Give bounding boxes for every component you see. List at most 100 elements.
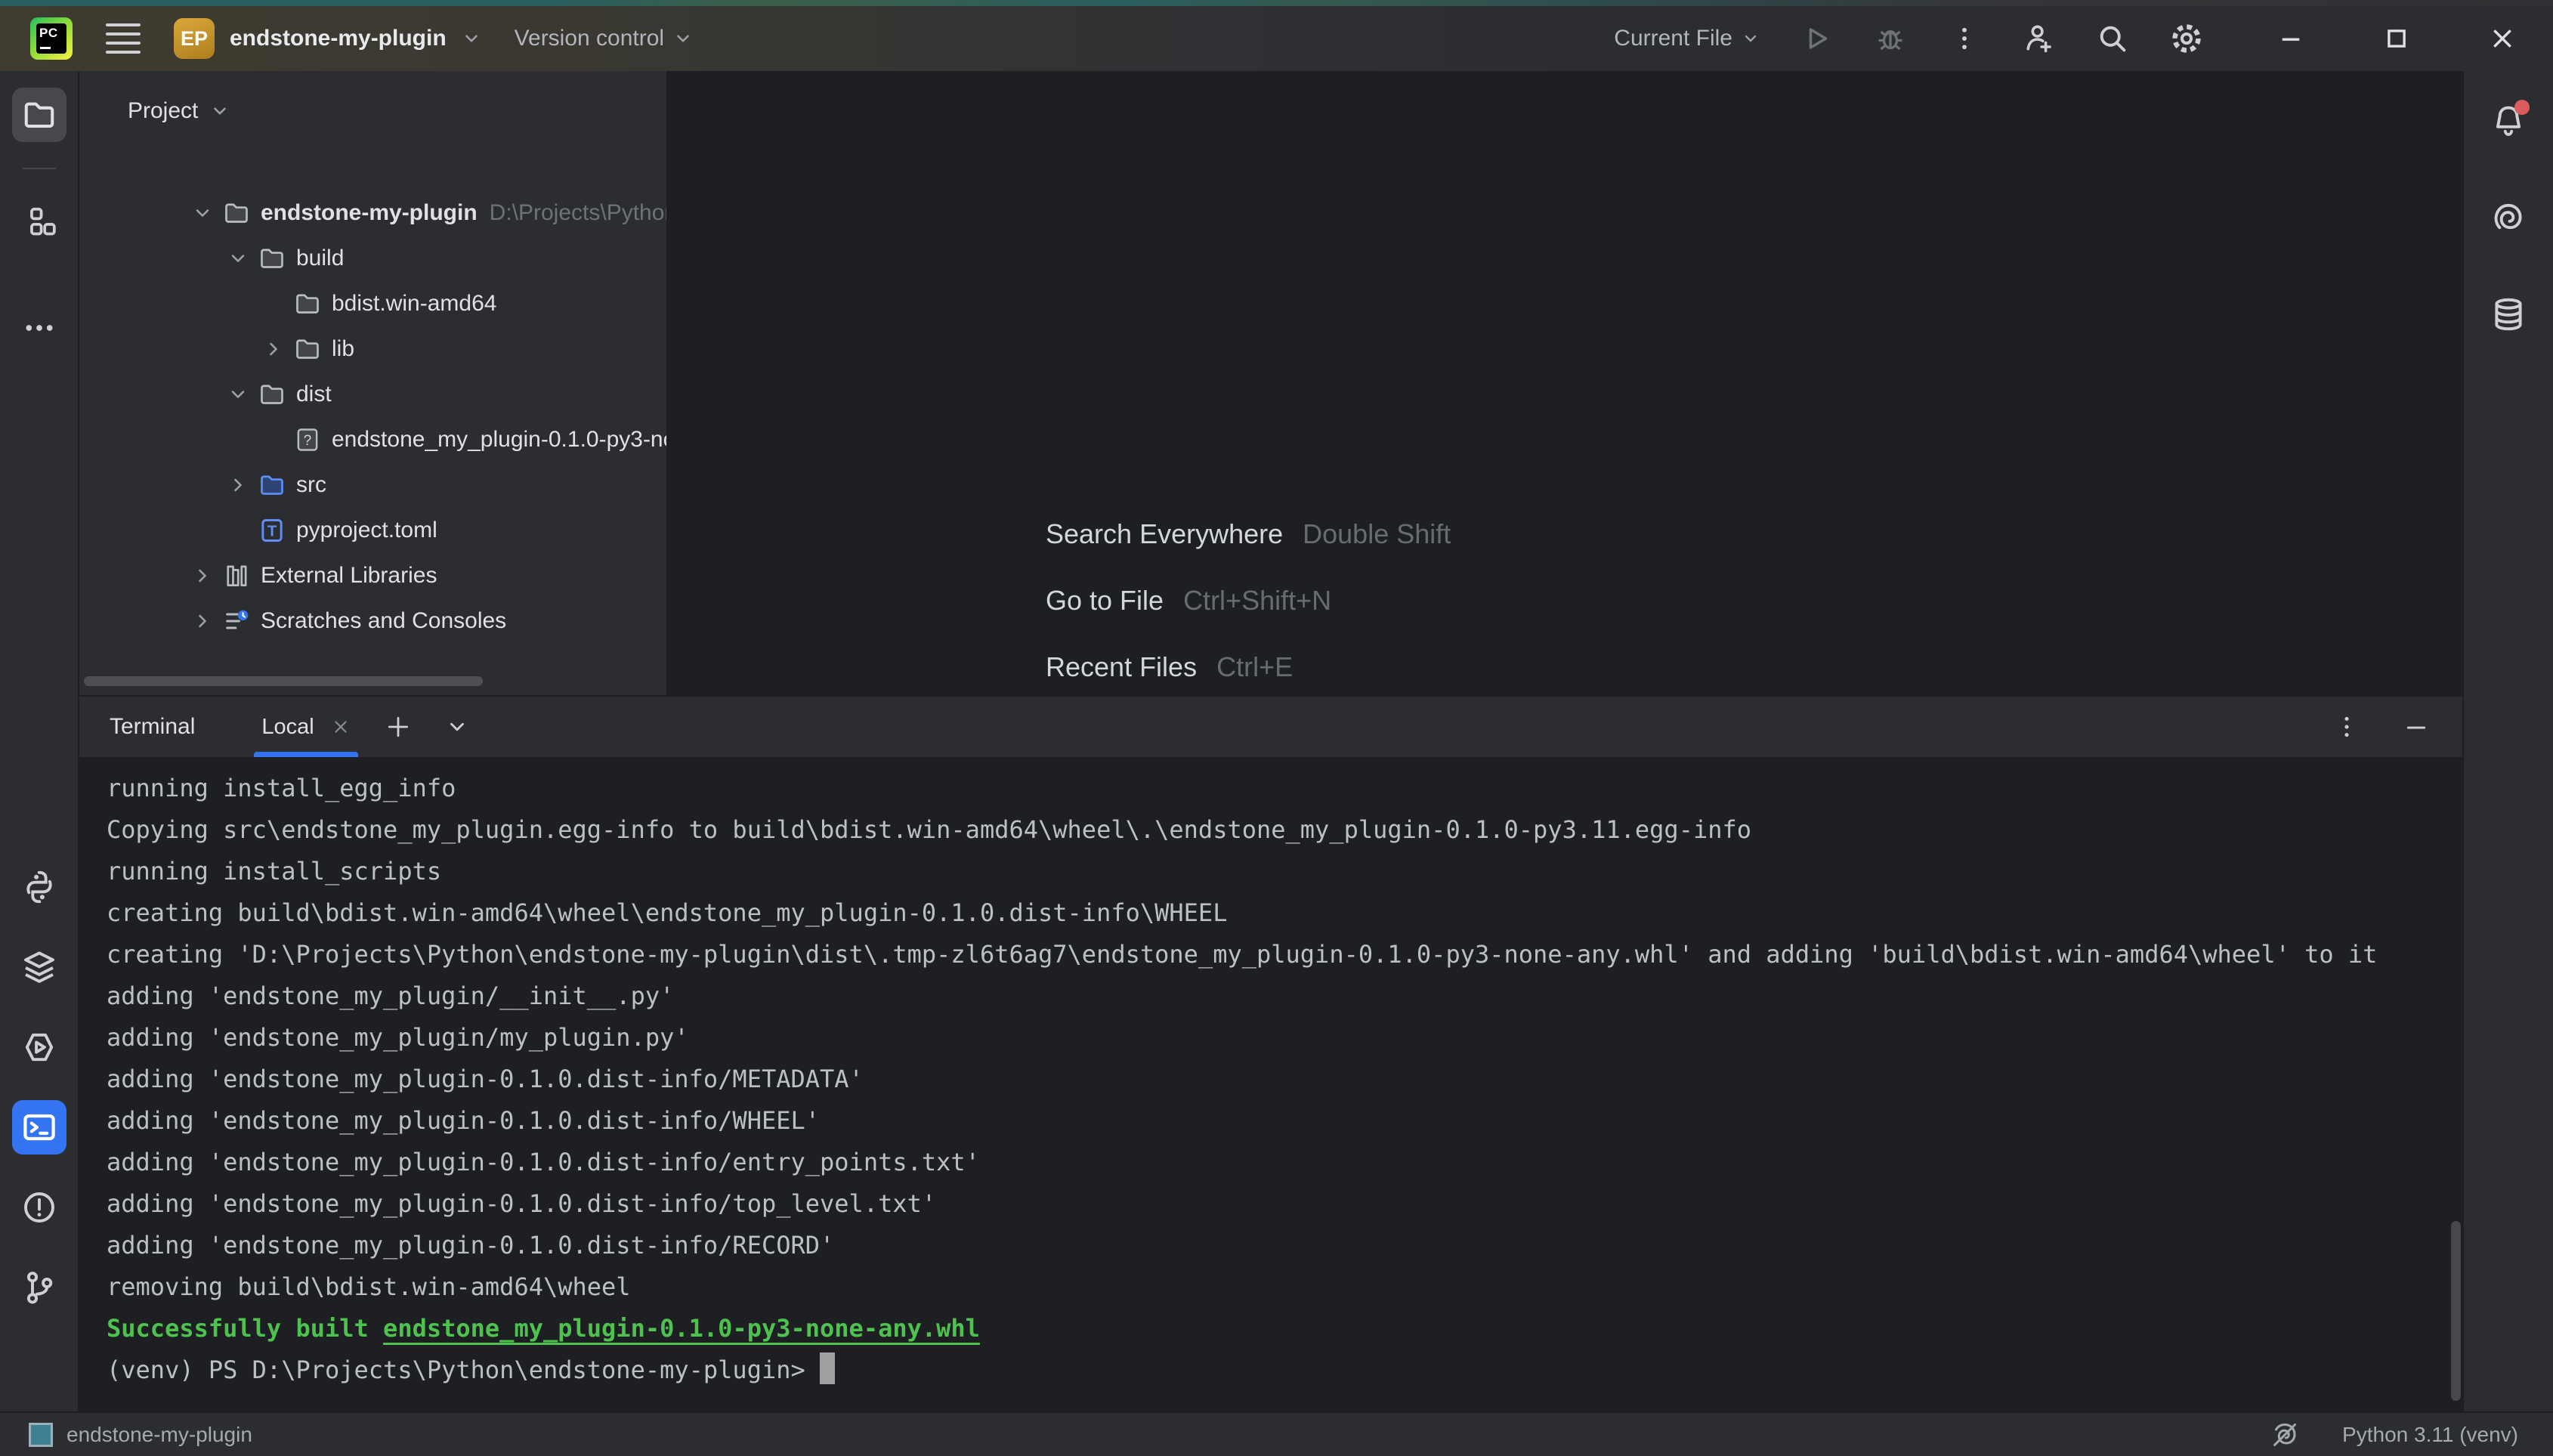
settings-button[interactable] [2169, 21, 2204, 56]
terminal-tab-dropdown-icon[interactable] [446, 716, 468, 738]
project-tool-button[interactable] [12, 88, 66, 142]
folder-icon [294, 335, 321, 363]
active-tab-indicator [254, 752, 357, 757]
tree-row-dist[interactable]: dist [79, 372, 666, 417]
project-panel-header[interactable]: Project [79, 71, 666, 124]
folder-icon [294, 290, 321, 317]
project-root-path: D:\Projects\Python\ [490, 200, 668, 226]
terminal-line: running install_egg_info [107, 768, 2462, 809]
terminal-line: creating build\bdist.win-amd64\wheel\end… [107, 892, 2462, 934]
folder-icon [258, 381, 286, 408]
right-tool-strip [2462, 71, 2553, 1411]
terminal-line: adding 'endstone_my_plugin-0.1.0.dist-in… [107, 1059, 2462, 1100]
terminal-success-line: Successfully built endstone_my_plugin-0.… [107, 1308, 2462, 1349]
terminal-line: adding 'endstone_my_plugin-0.1.0.dist-in… [107, 1100, 2462, 1142]
version-control-menu[interactable]: Version control [515, 26, 693, 51]
left-tool-strip [0, 71, 79, 1411]
ai-assistant-icon [2490, 199, 2527, 236]
chevron-right-icon [192, 611, 213, 632]
project-widget[interactable]: EP endstone-my-plugin [174, 18, 481, 59]
run-button[interactable] [1799, 21, 1834, 56]
background-window-sliver [0, 0, 2553, 6]
terminal-tab-local[interactable]: Local [254, 697, 357, 757]
tree-row-lib[interactable]: lib [79, 326, 666, 372]
status-bar: endstone-my-plugin Python 3.11 (venv) [0, 1411, 2553, 1456]
chevron-down-icon [673, 29, 693, 48]
maximize-button[interactable] [2379, 21, 2414, 56]
tool-strip-divider [23, 168, 56, 169]
search-everywhere-button[interactable] [2095, 21, 2130, 56]
ai-assistant-disabled-icon[interactable] [2270, 1420, 2300, 1450]
terminal-output[interactable]: running install_egg_info Copying src\end… [79, 757, 2462, 1411]
terminal-line: adding 'endstone_my_plugin-0.1.0.dist-in… [107, 1142, 2462, 1183]
source-folder-icon [258, 471, 286, 499]
svg-text:?: ? [304, 433, 312, 449]
terminal-line: removing build\bdist.win-amd64\wheel [107, 1266, 2462, 1308]
new-terminal-tab-icon[interactable] [385, 714, 411, 740]
run-configuration-selector[interactable]: Current File [1614, 26, 1760, 51]
scratches-icon [223, 607, 250, 635]
chevron-right-icon [263, 338, 284, 360]
notification-badge [2514, 100, 2530, 115]
python-interpreter-widget[interactable]: Python 3.11 (venv) [2342, 1423, 2518, 1447]
editor-empty-state-shortcuts: Search Everywhere Double Shift Go to Fil… [1046, 518, 1451, 683]
chevron-down-icon [192, 202, 213, 224]
titlebar: PC EP endstone-my-plugin Version control… [0, 6, 2553, 71]
unknown-file-icon: ? [294, 426, 321, 453]
terminal-line: adding 'endstone_my_plugin/__init__.py' [107, 975, 2462, 1017]
tree-row-scratches-and-consoles[interactable]: Scratches and Consoles [79, 598, 666, 644]
tree-row-src[interactable]: src [79, 462, 666, 508]
database-icon [2490, 296, 2527, 332]
hide-terminal-icon[interactable] [2403, 714, 2429, 740]
terminal-cursor [820, 1352, 835, 1384]
tree-row-bdist-win-amd64[interactable]: bdist.win-amd64 [79, 281, 666, 326]
ai-assistant-tool-button[interactable] [2481, 190, 2536, 245]
tree-row-wheel-file[interactable]: ? endstone_my_plugin-0.1.0-py3-none-any.… [79, 417, 666, 462]
debug-button[interactable] [1873, 21, 1908, 56]
shortcut-search-everywhere: Search Everywhere Double Shift [1046, 518, 1451, 550]
terminal-options-icon[interactable] [2334, 714, 2360, 740]
tree-row-external-libraries[interactable]: External Libraries [79, 553, 666, 598]
toml-file-icon: T [258, 517, 286, 544]
more-actions-button[interactable] [1947, 21, 1982, 56]
tree-row-build[interactable]: build [79, 236, 666, 281]
code-with-me-button[interactable] [2021, 21, 2056, 56]
minimize-button[interactable] [2273, 21, 2308, 56]
structure-tool-button[interactable] [12, 195, 66, 249]
main-menu-button[interactable] [106, 23, 141, 54]
status-project-widget[interactable]: endstone-my-plugin [29, 1423, 252, 1447]
terminal-vertical-scrollbar[interactable] [2451, 1221, 2461, 1401]
tree-row-project-root[interactable]: endstone-my-plugin D:\Projects\Python\ [79, 190, 666, 236]
folder-icon [223, 199, 250, 227]
terminal-header: Terminal Local [79, 697, 2462, 757]
project-panel-horizontal-scrollbar[interactable] [84, 676, 483, 686]
chevron-right-icon [192, 565, 213, 586]
chevron-down-icon [227, 248, 249, 269]
close-tab-icon[interactable] [331, 717, 351, 737]
project-badge: EP [174, 18, 215, 59]
more-tool-windows-button[interactable] [12, 301, 66, 355]
close-button[interactable] [2485, 21, 2520, 56]
shortcut-recent-files: Recent Files Ctrl+E [1046, 651, 1451, 683]
tree-row-pyproject-toml[interactable]: T pyproject.toml [79, 508, 666, 553]
terminal-tool-button[interactable] [12, 1100, 66, 1155]
project-panel: Project endstone-my-plugin D:\Projects\P… [79, 71, 668, 695]
python-console-tool-button[interactable] [12, 860, 66, 914]
terminal-line: adding 'endstone_my_plugin-0.1.0.dist-in… [107, 1225, 2462, 1266]
library-icon [223, 562, 250, 589]
chevron-down-icon [210, 101, 230, 121]
terminal-line: creating 'D:\Projects\Python\endstone-my… [107, 934, 2462, 975]
chevron-down-icon [462, 29, 481, 48]
database-tool-button[interactable] [2481, 287, 2536, 342]
services-tool-button[interactable] [12, 1020, 66, 1074]
terminal-panel: Terminal Local running install_egg_info [79, 695, 2462, 1411]
pycharm-logo-icon: PC [30, 17, 73, 60]
python-packages-tool-button[interactable] [12, 940, 66, 994]
wheel-file-link[interactable]: endstone_my_plugin-0.1.0-py3-none-any.wh… [383, 1314, 980, 1343]
terminal-panel-title[interactable]: Terminal [110, 714, 195, 740]
version-control-tool-button[interactable] [12, 1260, 66, 1315]
terminal-line: Copying src\endstone_my_plugin.egg-info … [107, 809, 2462, 851]
problems-tool-button[interactable] [12, 1180, 66, 1235]
svg-text:T: T [267, 524, 277, 540]
notifications-tool-button[interactable] [2481, 94, 2536, 148]
